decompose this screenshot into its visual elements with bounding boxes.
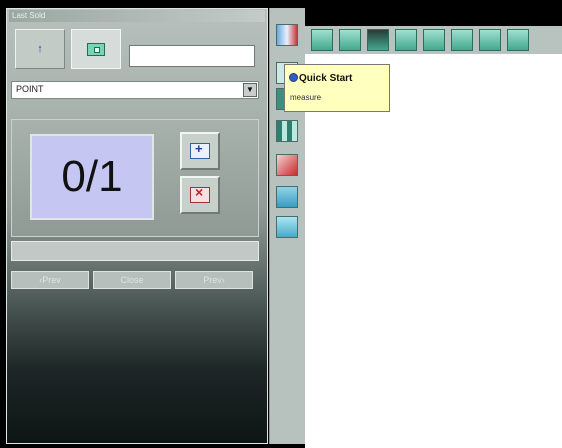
tooltip-subtitle: measure — [290, 93, 322, 102]
workspace-canvas[interactable] — [305, 54, 562, 448]
pane-icon[interactable] — [451, 29, 473, 51]
document-icon[interactable] — [276, 216, 298, 238]
help-icon[interactable] — [507, 29, 529, 51]
panel-title: Last Sold — [9, 10, 265, 22]
arrow-up-icon: ↑ — [37, 43, 43, 55]
counter-display: 0/1 — [30, 134, 154, 220]
prev-button[interactable]: ‹Prev — [11, 271, 89, 289]
counter-group: 0/1 — [11, 119, 259, 237]
point-icon[interactable] — [367, 29, 389, 51]
tool-panel: Last Sold ↑ POINT ▼ 0/1 ‹Prev Close Prev… — [6, 8, 268, 444]
columns-icon[interactable] — [423, 29, 445, 51]
info-icon — [289, 73, 298, 82]
measure-tool-icon[interactable] — [276, 24, 298, 46]
camera-mode-button[interactable] — [71, 29, 121, 69]
zoom-icon[interactable] — [276, 186, 298, 208]
type-dropdown[interactable]: POINT ▼ — [11, 81, 259, 99]
next-button[interactable]: Prev› — [175, 271, 253, 289]
globe-icon[interactable] — [479, 29, 501, 51]
image-icon[interactable] — [311, 29, 333, 51]
type-dropdown-value: POINT — [16, 84, 44, 94]
grid-icon[interactable] — [276, 120, 298, 142]
tooltip: Quick Start measure — [284, 64, 390, 112]
measure-mode-button[interactable]: ↑ — [15, 29, 65, 69]
line-icon[interactable] — [339, 29, 361, 51]
delete-point-button[interactable] — [180, 176, 220, 214]
chevron-down-icon[interactable]: ▼ — [243, 83, 257, 97]
close-button[interactable]: Close — [93, 271, 171, 289]
delete-icon — [190, 184, 210, 203]
red-flag-icon[interactable] — [276, 154, 298, 176]
add-icon — [190, 141, 210, 159]
add-point-button[interactable] — [180, 132, 220, 170]
square-icon[interactable] — [395, 29, 417, 51]
camera-icon — [87, 42, 105, 56]
screen: Last Sold ↑ POINT ▼ 0/1 ‹Prev Close Prev… — [0, 0, 562, 448]
status-field — [11, 241, 259, 261]
top-toolbar — [305, 26, 562, 54]
tooltip-title: Quick Start — [299, 73, 353, 84]
name-input[interactable] — [129, 45, 255, 67]
